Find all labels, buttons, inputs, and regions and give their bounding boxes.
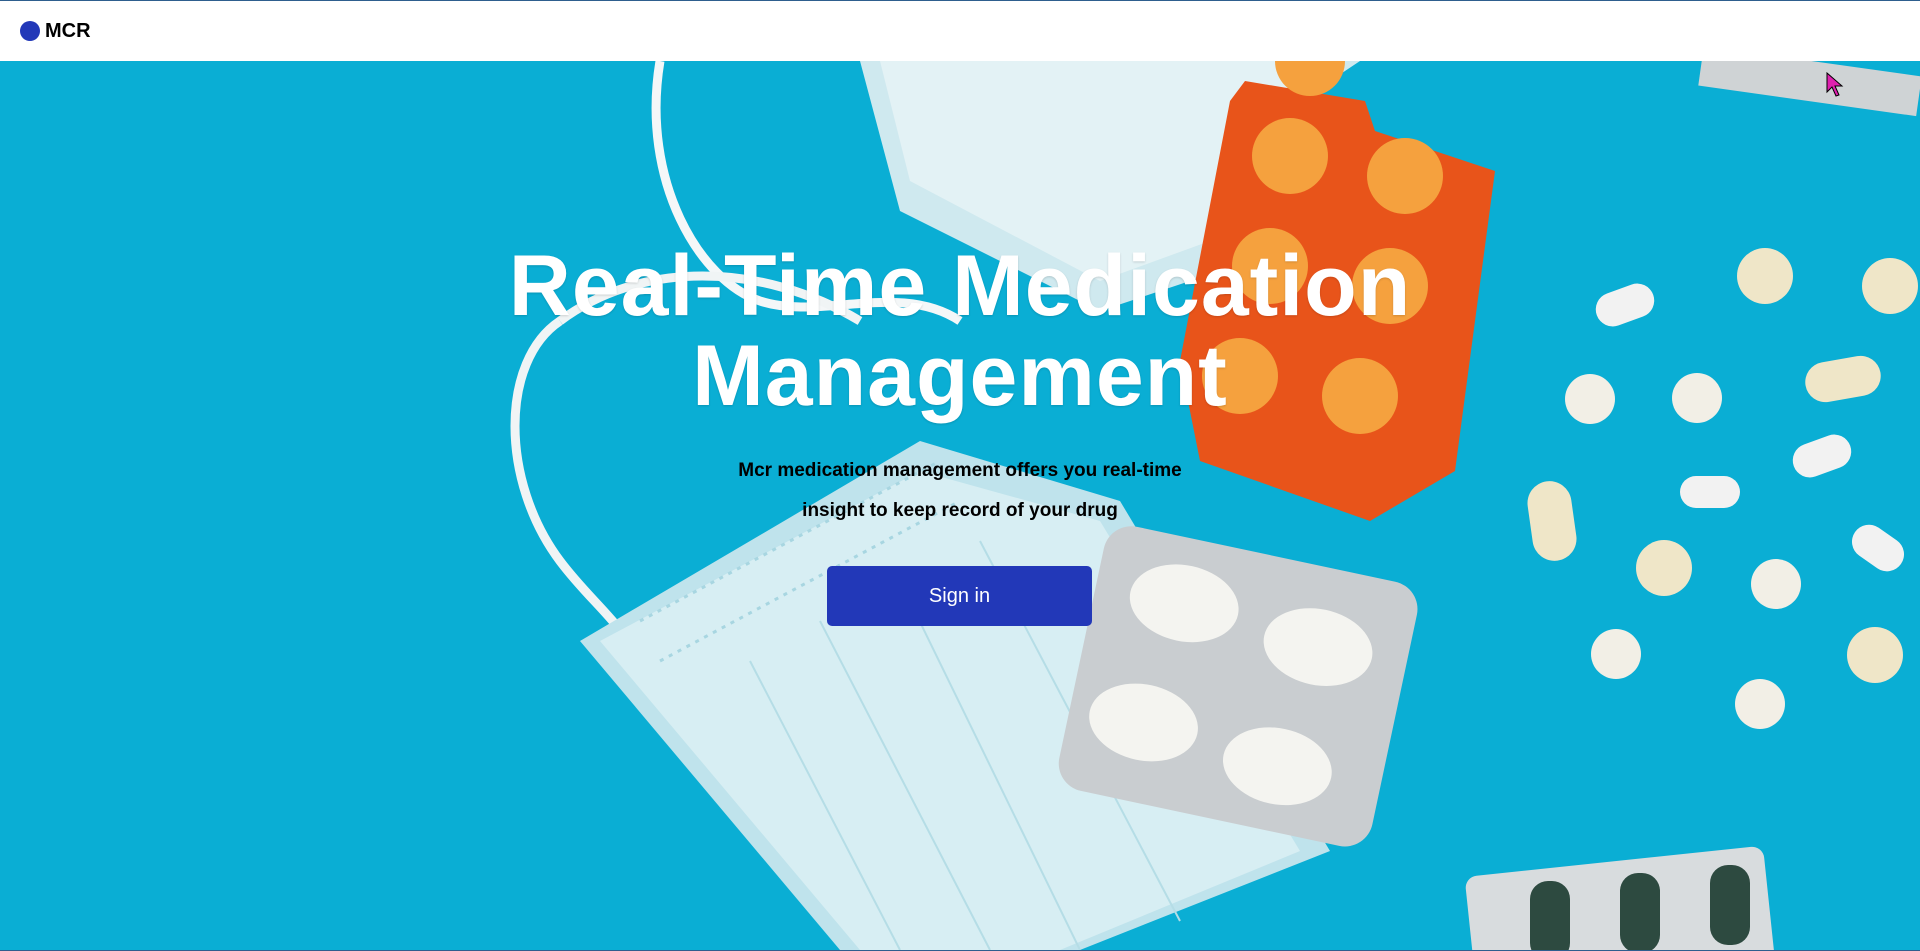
subtext-line-1: Mcr medication management offers you rea… bbox=[738, 460, 1182, 481]
logo-circle-icon bbox=[20, 21, 40, 41]
headline-line-1: Real-Time Medication bbox=[508, 238, 1412, 334]
mouse-pointer-icon bbox=[1826, 72, 1844, 97]
hero-content: Real-Time Medication Management Mcr medi… bbox=[0, 61, 1920, 950]
headline-line-2: Management bbox=[692, 328, 1228, 424]
top-navbar: MCR bbox=[0, 0, 1920, 61]
hero-subtext: Mcr medication management offers you rea… bbox=[660, 451, 1260, 531]
hero-section: Real-Time Medication Management Mcr medi… bbox=[0, 61, 1920, 950]
sign-in-button[interactable]: Sign in bbox=[827, 566, 1092, 626]
subtext-line-2: insight to keep record of your drug bbox=[802, 500, 1118, 521]
hero-headline: Real-Time Medication Management bbox=[360, 241, 1560, 421]
logo-text[interactable]: MCR bbox=[45, 20, 91, 43]
